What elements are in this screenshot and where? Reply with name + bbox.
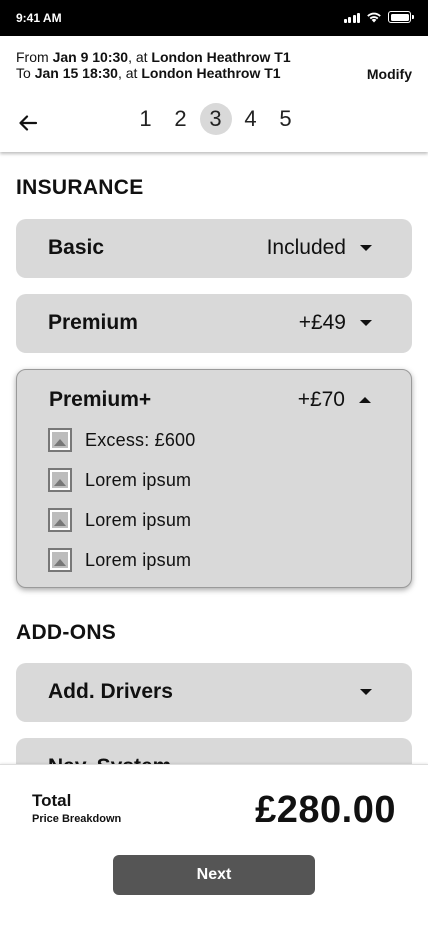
option-name: Nav. System bbox=[48, 755, 171, 764]
wifi-icon bbox=[367, 12, 381, 23]
pickup-separator: , at bbox=[128, 49, 152, 65]
chevron-up-icon[interactable] bbox=[359, 397, 371, 403]
image-placeholder-icon bbox=[48, 468, 72, 492]
feature-text: Excess: £600 bbox=[85, 429, 196, 450]
status-time: 9:41 AM bbox=[16, 11, 62, 25]
chevron-down-icon bbox=[360, 689, 372, 695]
step-5[interactable]: 5 bbox=[268, 102, 303, 136]
return-summary: To Jan 15 18:30, at London Heathrow T1 bbox=[16, 65, 281, 81]
step-4[interactable]: 4 bbox=[233, 102, 268, 136]
return-separator: , at bbox=[117, 65, 142, 81]
battery-icon bbox=[388, 11, 414, 23]
status-bar: 9:41 AM bbox=[0, 0, 428, 36]
option-price: +£70 bbox=[297, 388, 345, 411]
pickup-summary: From Jan 9 10:30, at London Heathrow T1 bbox=[16, 49, 291, 65]
insurance-section-title: INSURANCE bbox=[16, 176, 144, 199]
feature-text: Lorem ipsum bbox=[85, 509, 192, 530]
addon-option-nav-system[interactable]: Nav. System bbox=[16, 738, 412, 764]
price-breakdown-link[interactable]: Price Breakdown bbox=[32, 813, 121, 825]
insurance-option-basic[interactable]: Basic Included bbox=[16, 219, 412, 278]
feature-text: Lorem ipsum bbox=[85, 549, 192, 570]
feature-item: Lorem ipsum bbox=[48, 468, 191, 492]
total-label: Total bbox=[32, 791, 72, 810]
price-footer: Total Price Breakdown £280.00 Next bbox=[0, 764, 428, 926]
cellular-signal-icon bbox=[343, 12, 360, 23]
total-amount: £280.00 bbox=[255, 789, 396, 831]
options-content[interactable]: INSURANCE Basic Included Premium +£49 Pr… bbox=[0, 152, 428, 764]
option-price: Included bbox=[266, 236, 346, 259]
feature-item: Lorem ipsum bbox=[48, 508, 191, 532]
insurance-option-premium[interactable]: Premium +£49 bbox=[16, 294, 412, 353]
step-3-active[interactable]: 3 bbox=[199, 103, 232, 135]
modify-button[interactable]: Modify bbox=[367, 66, 412, 82]
step-1[interactable]: 1 bbox=[128, 102, 163, 136]
chevron-down-icon bbox=[360, 320, 372, 326]
feature-item: Excess: £600 bbox=[48, 428, 195, 452]
next-button[interactable]: Next bbox=[113, 855, 315, 895]
status-icons bbox=[343, 11, 414, 23]
step-indicator: 1 2 3 4 5 bbox=[128, 102, 303, 136]
pickup-location: London Heathrow T1 bbox=[151, 49, 291, 65]
return-prefix: To bbox=[16, 65, 35, 81]
step-2[interactable]: 2 bbox=[163, 102, 198, 136]
option-name: Add. Drivers bbox=[48, 680, 173, 703]
addon-option-drivers[interactable]: Add. Drivers bbox=[16, 663, 412, 722]
return-location: London Heathrow T1 bbox=[141, 65, 281, 81]
option-price: +£49 bbox=[298, 311, 346, 334]
addons-section-title: ADD-ONS bbox=[16, 621, 117, 644]
image-placeholder-icon bbox=[48, 508, 72, 532]
chevron-down-icon bbox=[360, 245, 372, 251]
image-placeholder-icon bbox=[48, 548, 72, 572]
feature-text: Lorem ipsum bbox=[85, 469, 192, 490]
pickup-date: Jan 9 10:30 bbox=[52, 49, 129, 65]
option-name: Premium bbox=[48, 311, 138, 334]
insurance-option-premium-plus[interactable]: Premium+ +£70 Excess: £600 Lorem ipsum L… bbox=[16, 369, 412, 588]
option-name: Basic bbox=[48, 236, 105, 259]
booking-header: From Jan 9 10:30, at London Heathrow T1 … bbox=[0, 36, 428, 152]
feature-item: Lorem ipsum bbox=[48, 548, 191, 572]
option-name: Premium+ bbox=[49, 388, 152, 411]
back-arrow-icon[interactable] bbox=[16, 111, 40, 135]
image-placeholder-icon bbox=[48, 428, 72, 452]
return-date: Jan 15 18:30 bbox=[34, 65, 118, 81]
pickup-prefix: From bbox=[16, 49, 53, 65]
